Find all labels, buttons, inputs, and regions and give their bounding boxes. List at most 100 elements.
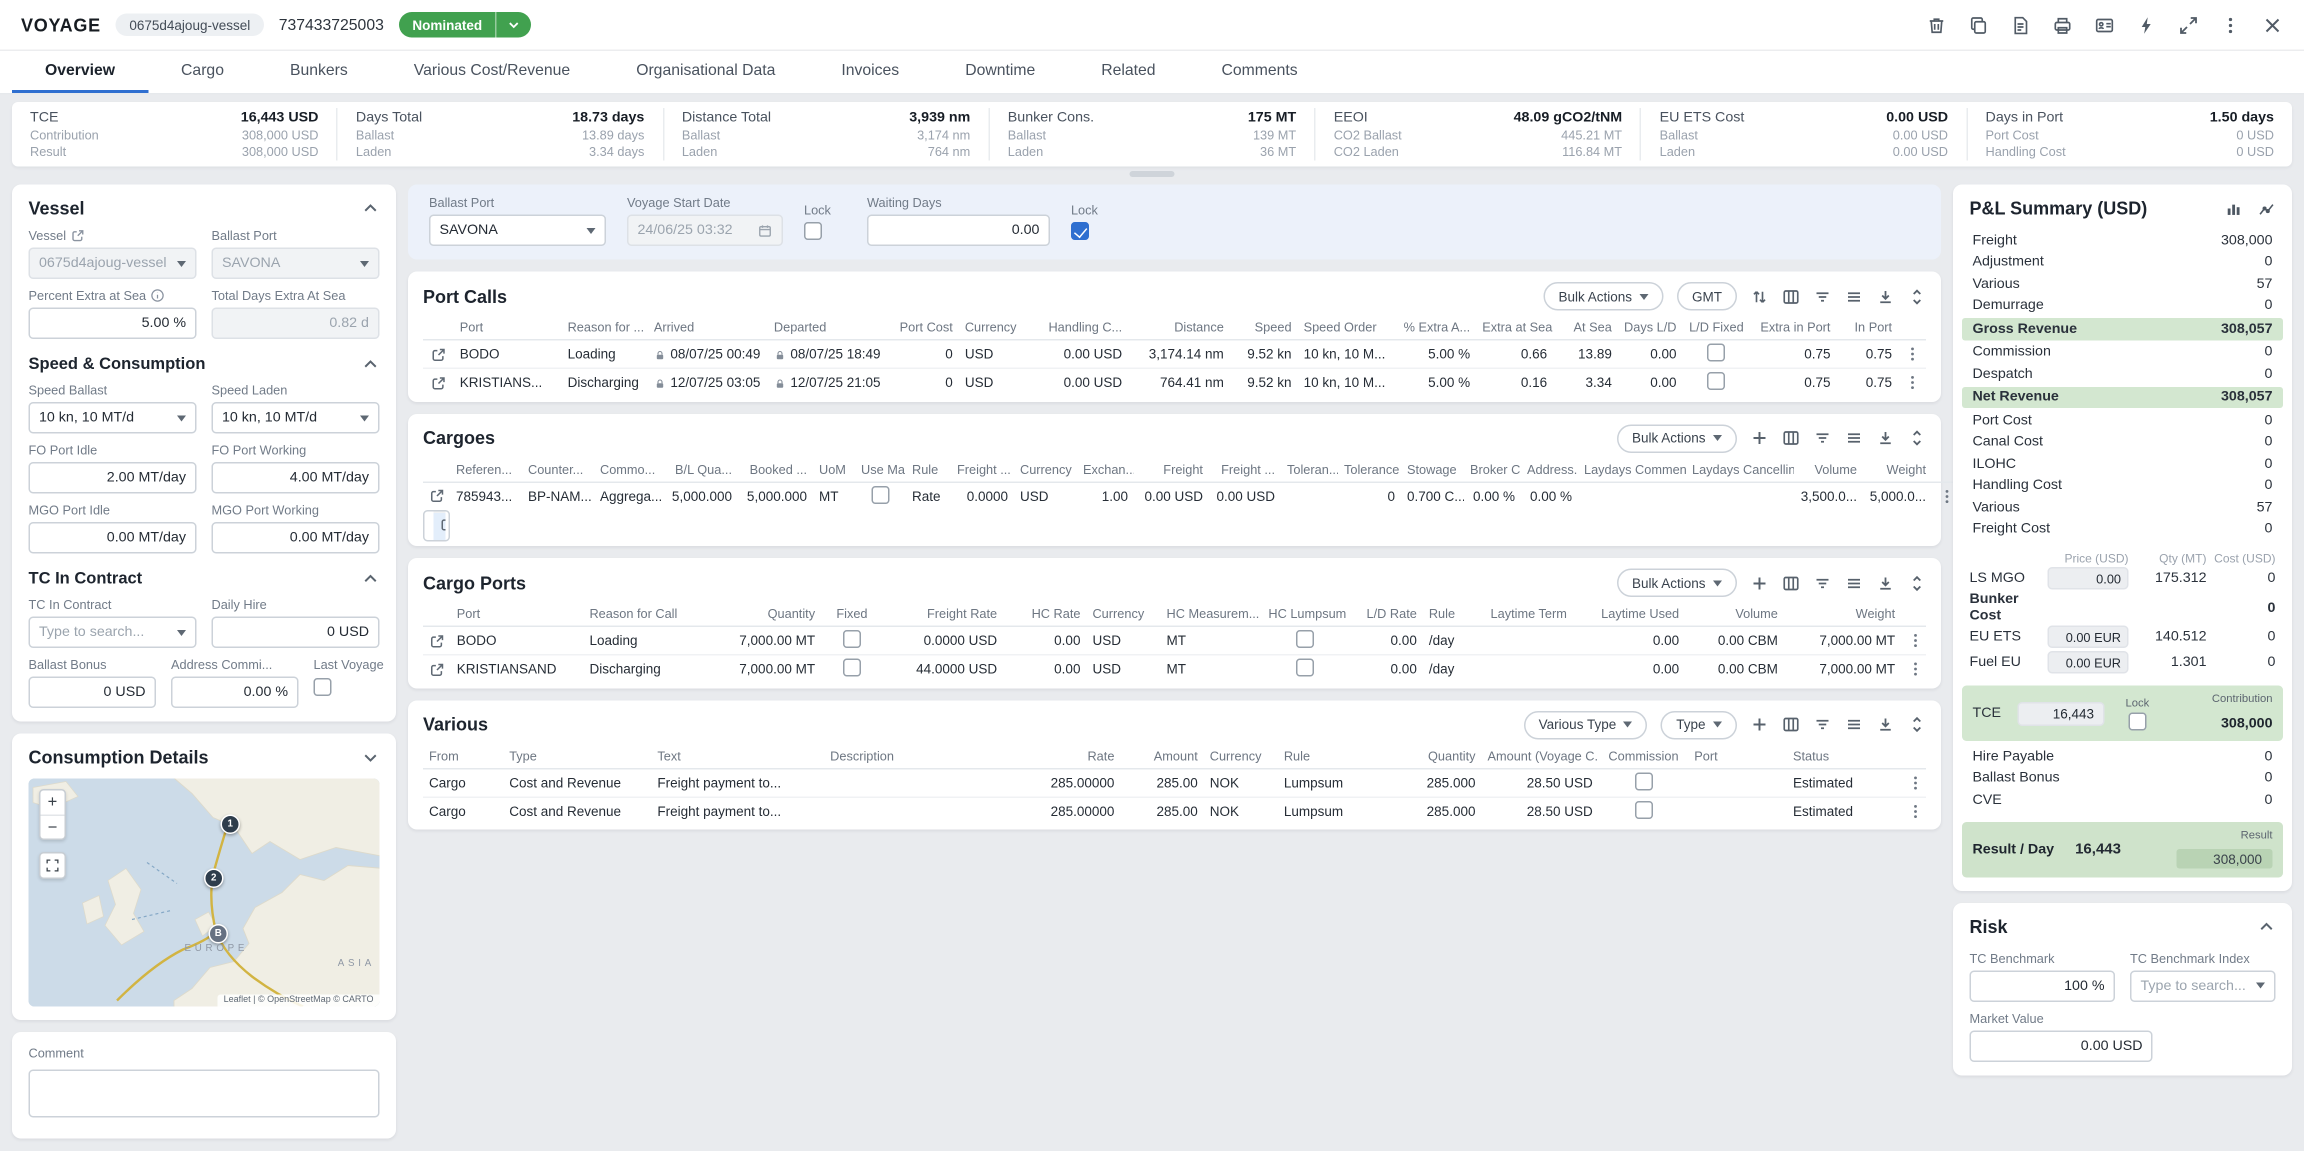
- eu-ets-price-input[interactable]: [2048, 626, 2129, 649]
- download-icon[interactable]: [1877, 287, 1895, 305]
- gmt-button[interactable]: GMT: [1677, 282, 1737, 311]
- columns-icon[interactable]: [1782, 287, 1800, 305]
- table-row[interactable]: BODO Loading 08/07/25 00:49 08/07/25 18:…: [423, 340, 1926, 369]
- zoom-out-button[interactable]: −: [41, 815, 65, 839]
- column-header[interactable]: Freight Rate: [883, 602, 1003, 627]
- cell[interactable]: USD: [959, 340, 1033, 369]
- cell[interactable]: 0.00: [1583, 626, 1685, 655]
- speed-laden-select[interactable]: 10 kn, 10 MT/d: [212, 402, 380, 434]
- cell[interactable]: USD: [959, 368, 1033, 397]
- column-header[interactable]: B/L Qua...: [663, 457, 738, 482]
- cell[interactable]: 7,000.00 MT: [1784, 626, 1901, 655]
- cell[interactable]: [1485, 655, 1584, 684]
- bulk-actions-button[interactable]: Bulk Actions: [1543, 282, 1663, 311]
- tce-lock-checkbox[interactable]: [2128, 713, 2146, 731]
- column-header[interactable]: Amount (Voyage C...: [1481, 743, 1598, 768]
- fixed-checkbox[interactable]: [843, 659, 861, 677]
- cell[interactable]: 08/07/25 18:49: [768, 340, 888, 369]
- external-link-icon[interactable]: [71, 228, 86, 243]
- cell[interactable]: 3.34: [1553, 368, 1618, 397]
- calendar-icon[interactable]: [758, 223, 773, 238]
- address-commission-input[interactable]: [171, 677, 299, 709]
- trend-chart-icon[interactable]: [2258, 200, 2276, 218]
- column-header[interactable]: Reason for Call: [583, 602, 703, 627]
- cell[interactable]: 13.89: [1553, 340, 1618, 369]
- add-icon[interactable]: [1751, 429, 1769, 447]
- cell[interactable]: 5,000.0...: [1863, 482, 1932, 511]
- open-row-icon[interactable]: [440, 516, 446, 533]
- cell[interactable]: KRISTIANS...: [454, 368, 562, 397]
- cell[interactable]: 12/07/25 21:05: [768, 368, 888, 397]
- contact-card-icon[interactable]: [2094, 14, 2115, 35]
- cell[interactable]: 08/07/25 00:49: [648, 340, 768, 369]
- fuel-eu-price-input[interactable]: [2048, 651, 2129, 674]
- map-attribution[interactable]: Leaflet | © OpenStreetMap © CARTO: [218, 995, 380, 1007]
- cell[interactable]: Loading: [562, 340, 648, 369]
- cell[interactable]: Cost and Revenue: [503, 768, 651, 797]
- cell[interactable]: Discharging: [583, 655, 703, 684]
- cell[interactable]: /day: [1423, 655, 1485, 684]
- column-header[interactable]: Stowage: [1401, 457, 1464, 482]
- zoom-in-button[interactable]: +: [41, 791, 65, 815]
- start-date-lock-checkbox[interactable]: [804, 222, 822, 240]
- column-header[interactable]: L/D Fixed: [1683, 315, 1751, 340]
- column-header[interactable]: HC Lumpsum: [1262, 602, 1348, 627]
- density-icon[interactable]: [1845, 287, 1863, 305]
- more-icon[interactable]: [1904, 374, 1922, 392]
- tab-cargo[interactable]: Cargo: [148, 51, 257, 93]
- cell[interactable]: Freight payment to...: [651, 768, 824, 797]
- column-header[interactable]: Port: [454, 315, 562, 340]
- column-header[interactable]: Referen...: [450, 457, 522, 482]
- cell[interactable]: [824, 768, 1022, 797]
- cell[interactable]: [1688, 797, 1787, 826]
- cell[interactable]: 7,000.00 MT: [704, 626, 821, 655]
- fo-port-working-input[interactable]: [212, 462, 380, 494]
- cell[interactable]: 0.00 USD: [1033, 368, 1128, 397]
- document-icon[interactable]: [2010, 14, 2031, 35]
- filter-icon[interactable]: [1814, 574, 1832, 592]
- close-icon[interactable]: [2262, 14, 2283, 35]
- cell[interactable]: Discharging: [562, 368, 648, 397]
- cell[interactable]: 44.0000 USD: [883, 655, 1003, 684]
- more-icon[interactable]: [1904, 345, 1922, 363]
- cell[interactable]: 0.00 USD: [1033, 340, 1128, 369]
- cell[interactable]: 0.00 USD: [1134, 482, 1209, 511]
- cell[interactable]: 0.75: [1750, 368, 1836, 397]
- cell[interactable]: 0.00 %: [1464, 482, 1521, 511]
- fo-port-idle-input[interactable]: [29, 462, 197, 494]
- cell[interactable]: [824, 797, 1022, 826]
- chevron-up-icon[interactable]: [362, 356, 380, 374]
- open-row-icon[interactable]: [430, 375, 447, 392]
- column-header[interactable]: Weight: [1863, 457, 1932, 482]
- cell[interactable]: KRISTIANSAND: [451, 655, 584, 684]
- column-header[interactable]: Port: [1688, 743, 1787, 768]
- tab-downtime[interactable]: Downtime: [932, 51, 1068, 93]
- column-header[interactable]: Use Ma...: [855, 457, 906, 482]
- hc-lumpsum-checkbox[interactable]: [1297, 630, 1315, 648]
- cell[interactable]: /day: [1423, 626, 1485, 655]
- filter-icon[interactable]: [1814, 716, 1832, 734]
- commission-checkbox[interactable]: [1634, 772, 1652, 790]
- column-header[interactable]: Description: [824, 743, 1022, 768]
- waiting-days-input[interactable]: [867, 215, 1050, 247]
- download-icon[interactable]: [1877, 716, 1895, 734]
- cell[interactable]: 785943...: [450, 482, 522, 511]
- column-header[interactable]: Departed: [768, 315, 888, 340]
- cell[interactable]: 0.00: [1583, 655, 1685, 684]
- column-header[interactable]: L/D Rate: [1349, 602, 1423, 627]
- print-icon[interactable]: [2052, 14, 2073, 35]
- cell[interactable]: 28.50 USD: [1481, 797, 1598, 826]
- cell[interactable]: 285.00000: [1022, 797, 1121, 826]
- cell[interactable]: 764.41 nm: [1128, 368, 1230, 397]
- percent-extra-at-sea-input[interactable]: [29, 308, 197, 340]
- download-icon[interactable]: [1877, 429, 1895, 447]
- cell[interactable]: 9.52 kn: [1230, 368, 1298, 397]
- column-header[interactable]: Broker C...: [1464, 457, 1521, 482]
- voyage-start-date-input[interactable]: 24/06/25 03:32: [627, 215, 783, 247]
- ballast-port-select[interactable]: SAVONA: [212, 248, 380, 280]
- cell[interactable]: 0.700 C...: [1401, 482, 1464, 511]
- column-header[interactable]: From: [423, 743, 503, 768]
- cell[interactable]: Freight payment to...: [651, 797, 824, 826]
- column-header[interactable]: Rule: [1423, 602, 1485, 627]
- cell[interactable]: 28.50 USD: [1481, 768, 1598, 797]
